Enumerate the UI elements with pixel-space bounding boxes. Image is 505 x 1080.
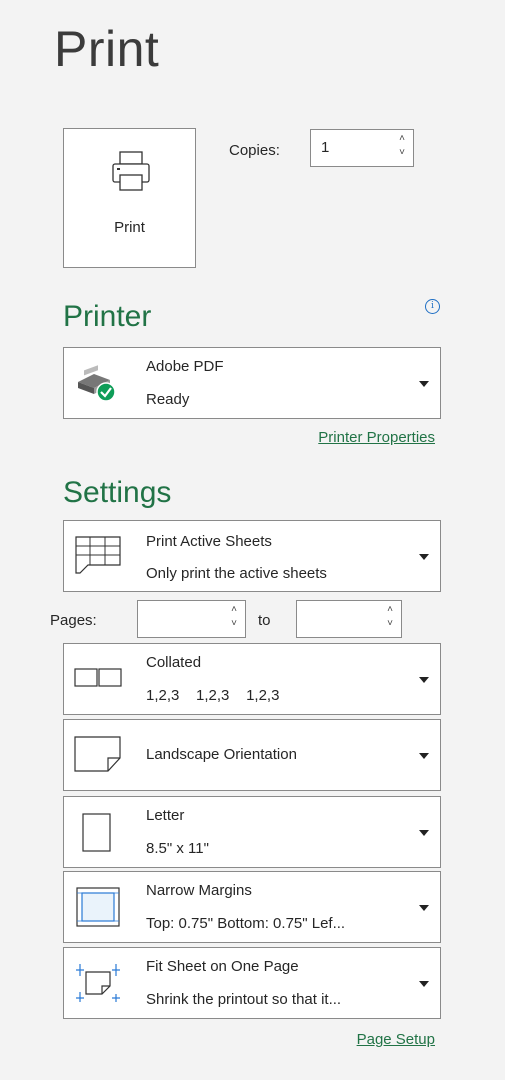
- collation-subtitle: 1,2,3 1,2,3 1,2,3: [146, 687, 280, 704]
- chevron-down-icon: [419, 981, 429, 987]
- pages-from-stepper[interactable]: ˄ ˅: [137, 600, 246, 638]
- print-what-title: Print Active Sheets: [146, 533, 272, 550]
- collation-title: Collated: [146, 654, 202, 671]
- active-sheets-icon: [75, 536, 121, 574]
- paper-size-icon: [82, 813, 111, 852]
- printer-name: Adobe PDF: [146, 358, 224, 375]
- chevron-down-icon: [419, 905, 429, 911]
- fit-sheet-icon: [76, 964, 120, 1002]
- printer-status: Ready: [146, 391, 190, 408]
- pages-from-up-icon[interactable]: ˄: [227, 603, 241, 617]
- pages-to-down-icon[interactable]: ˅: [383, 617, 397, 631]
- chevron-down-icon: [419, 830, 429, 836]
- page-title: Print: [54, 21, 160, 77]
- print-what-subtitle: Only print the active sheets: [146, 565, 327, 582]
- margins-dropdown[interactable]: Narrow Margins Top: 0.75" Bottom: 0.75" …: [63, 871, 441, 943]
- scaling-subtitle: Shrink the printout so that it...: [146, 991, 342, 1008]
- printer-dropdown[interactable]: Adobe PDF Ready: [63, 347, 441, 419]
- margins-icon: [76, 887, 120, 927]
- copies-input[interactable]: [319, 138, 383, 157]
- page-setup-link[interactable]: Page Setup: [357, 1031, 435, 1048]
- orientation-title: Landscape Orientation: [146, 746, 297, 763]
- copies-stepper[interactable]: ˄ ˅: [310, 129, 414, 167]
- pages-from-down-icon[interactable]: ˅: [227, 617, 241, 631]
- orientation-dropdown[interactable]: Landscape Orientation: [63, 719, 441, 791]
- copies-label: Copies:: [229, 142, 280, 159]
- chevron-down-icon: [419, 753, 429, 759]
- margins-title: Narrow Margins: [146, 882, 252, 899]
- pages-to-up-icon[interactable]: ˄: [383, 603, 397, 617]
- paper-size-title: Letter: [146, 807, 185, 824]
- pages-label: Pages:: [50, 612, 97, 629]
- chevron-down-icon: [419, 381, 429, 387]
- copies-down-icon[interactable]: ˅: [395, 146, 409, 160]
- printer-ready-icon: [78, 365, 116, 402]
- margins-subtitle: Top: 0.75" Bottom: 0.75" Lef...: [146, 915, 346, 932]
- chevron-down-icon: [419, 677, 429, 683]
- info-icon[interactable]: i: [425, 299, 440, 314]
- pages-to-stepper[interactable]: ˄ ˅: [296, 600, 402, 638]
- paper-size-subtitle: 8.5" x 11": [146, 840, 209, 857]
- settings-heading: Settings: [63, 476, 172, 509]
- print-button-label: Print: [114, 219, 145, 236]
- paper-size-dropdown[interactable]: Letter 8.5" x 11": [63, 796, 441, 868]
- chevron-down-icon: [419, 554, 429, 560]
- scaling-title: Fit Sheet on One Page: [146, 958, 299, 975]
- collated-icon: [74, 668, 122, 687]
- copies-up-icon[interactable]: ˄: [395, 132, 409, 146]
- printer-icon: [112, 151, 150, 191]
- printer-heading: Printer: [63, 300, 152, 333]
- landscape-orientation-icon: [74, 736, 121, 772]
- printer-properties-link[interactable]: Printer Properties: [318, 429, 435, 446]
- scaling-dropdown[interactable]: Fit Sheet on One Page Shrink the printou…: [63, 947, 441, 1019]
- pages-to-label: to: [258, 612, 271, 629]
- print-what-dropdown[interactable]: Print Active Sheets Only print the activ…: [63, 520, 441, 592]
- collation-dropdown[interactable]: Collated 1,2,3 1,2,3 1,2,3: [63, 643, 441, 715]
- print-button[interactable]: Print: [63, 128, 196, 268]
